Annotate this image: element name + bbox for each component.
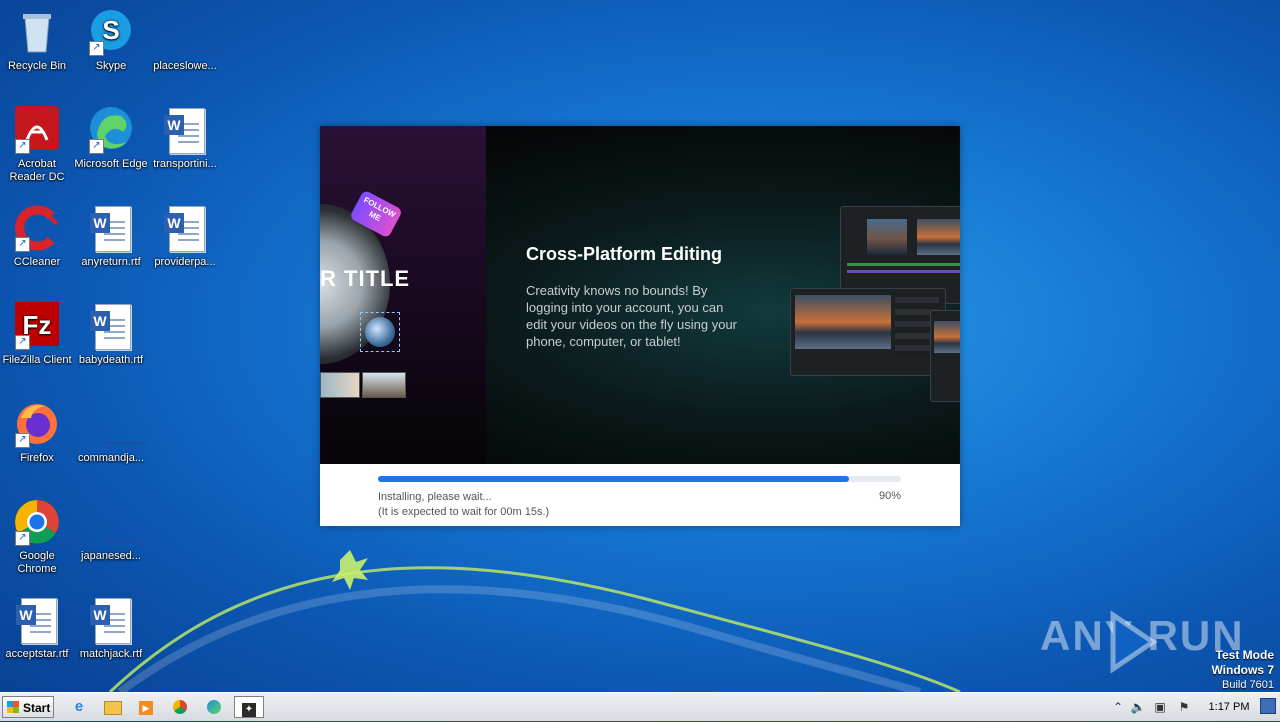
desktop-icon-babydeath[interactable]: W babydeath.rtf: [74, 302, 148, 367]
blank-file-icon: [87, 400, 147, 448]
edge-icon: ↗: [87, 106, 135, 154]
internet-explorer-icon: e: [74, 698, 84, 715]
taskbar-edge[interactable]: [201, 696, 227, 718]
ccleaner-icon: ↗: [13, 204, 61, 252]
globe-selection-box: [360, 312, 400, 352]
desktop-icon-placeslowe[interactable]: placeslowe...: [148, 8, 222, 73]
action-center-flag-icon[interactable]: ⚑: [1176, 699, 1192, 715]
desktop-icon-edge[interactable]: ↗ Microsoft Edge: [74, 106, 148, 171]
volume-icon[interactable]: 🔈: [1130, 699, 1146, 715]
word-document-icon: W: [87, 596, 135, 644]
desktop-icon-ccleaner[interactable]: ↗ CCleaner: [0, 204, 74, 269]
banner-left-artwork: FOLLOW ME R TITLE: [320, 126, 486, 464]
thumbnail-2: [362, 372, 406, 398]
desktop-icon-anyreturn[interactable]: W anyreturn.rtf: [74, 204, 148, 269]
install-progress-fill: [378, 476, 849, 482]
start-button[interactable]: Start: [2, 696, 54, 718]
word-document-icon: W: [161, 204, 209, 252]
install-status: Installing, please wait... (It is expect…: [378, 490, 549, 520]
taskbar-chrome[interactable]: [167, 696, 193, 718]
chrome-icon: ↗: [13, 498, 61, 546]
svg-text:S: S: [102, 15, 119, 45]
desktop-icon-matchjack[interactable]: W matchjack.rtf: [74, 596, 148, 661]
desktop-icon-firefox[interactable]: ↗ Firefox: [0, 400, 74, 465]
shortcut-arrow-icon: ↗: [15, 433, 30, 448]
desktop-icon-providerpa[interactable]: W providerpa...: [148, 204, 222, 269]
blank-file-icon: [161, 8, 221, 56]
banner-title: Cross-Platform Editing: [526, 244, 723, 264]
word-document-icon: W: [13, 596, 61, 644]
shortcut-arrow-icon: ↗: [89, 41, 104, 56]
taskbar-installer[interactable]: ✦: [234, 696, 264, 718]
banner-description: Creativity knows no bounds! By logging i…: [526, 283, 738, 349]
word-document-icon: W: [87, 204, 135, 252]
taskbar-clock[interactable]: 1:17 PM: [1200, 693, 1258, 721]
skype-icon: S ↗: [87, 8, 135, 56]
desktop-icon-chrome[interactable]: ↗ Google Chrome: [0, 498, 74, 576]
shortcut-arrow-icon: ↗: [89, 139, 104, 154]
installer-window: FOLLOW ME R TITLE Cross-Platform Editing…: [320, 126, 960, 526]
taskbar: Start e ▶ ✦ ⌃ 🔈 ▣ ⚑ 1:17 PM: [0, 692, 1280, 721]
recycle-bin-icon: [13, 8, 61, 56]
taskbar-explorer[interactable]: [100, 696, 126, 718]
shortcut-arrow-icon: ↗: [15, 531, 30, 546]
install-percent: 90%: [878, 490, 901, 502]
acrobat-reader-icon: ↗: [13, 106, 61, 154]
build-label: Build 7601: [1222, 679, 1274, 691]
folder-icon: [104, 701, 122, 715]
desktop-icon-transportini[interactable]: W transportini...: [148, 106, 222, 171]
install-status-line1: Installing, please wait...: [378, 491, 492, 503]
show-hidden-icons-icon[interactable]: ⌃: [1110, 699, 1126, 715]
globe-icon: [365, 317, 395, 347]
blank-file-icon: [87, 498, 147, 546]
install-status-line2: (It is expected to wait for 00m 15s.): [378, 506, 550, 518]
firefox-icon: ↗: [13, 400, 61, 448]
install-progress-bar: [378, 476, 901, 482]
desktop-icon-recycle-bin[interactable]: Recycle Bin: [0, 8, 74, 73]
media-player-icon: ▶: [139, 701, 153, 715]
taskbar-media-player[interactable]: ▶: [133, 696, 159, 718]
desktop-icon-acceptstar[interactable]: W acceptstar.rtf: [0, 596, 74, 661]
title-fragment-text: R TITLE: [320, 266, 411, 291]
os-label: Windows 7: [1211, 663, 1274, 677]
desktop-icon-japanesed[interactable]: japanesed...: [74, 498, 148, 563]
desktop-icon-acrobat[interactable]: ↗ Acrobat Reader DC: [0, 106, 74, 184]
word-document-icon: W: [161, 106, 209, 154]
filezilla-icon: Fz ↗: [13, 302, 61, 350]
test-mode-label: Test Mode: [1215, 648, 1274, 662]
phone-mockup: [930, 310, 960, 402]
anyrun-play-icon: [1110, 611, 1158, 673]
desktop-icon-skype[interactable]: S ↗ Skype: [74, 8, 148, 73]
taskbar-internet-explorer[interactable]: e: [66, 696, 92, 718]
windows-logo-icon: [7, 701, 19, 713]
word-document-icon: W: [87, 302, 135, 350]
promo-banner: FOLLOW ME R TITLE Cross-Platform Editing…: [320, 126, 960, 464]
desktop-icon-filezilla[interactable]: Fz ↗ FileZilla Client: [0, 302, 74, 367]
test-mode-notice: Test Mode Windows 7 Build 7601: [1211, 648, 1274, 692]
chrome-icon: [173, 700, 187, 714]
thumbnail-1: [320, 372, 360, 398]
tablet-mockup: [790, 288, 946, 376]
show-desktop-button[interactable]: [1260, 698, 1276, 714]
edge-icon: [207, 700, 221, 714]
shortcut-arrow-icon: ↗: [15, 237, 30, 252]
network-icon[interactable]: ▣: [1152, 699, 1168, 715]
shortcut-arrow-icon: ↗: [15, 335, 30, 350]
shortcut-arrow-icon: ↗: [15, 139, 30, 154]
installer-app-icon: ✦: [242, 703, 256, 717]
start-label: Start: [23, 701, 51, 715]
desktop-icon-commandja[interactable]: commandja...: [74, 400, 148, 465]
